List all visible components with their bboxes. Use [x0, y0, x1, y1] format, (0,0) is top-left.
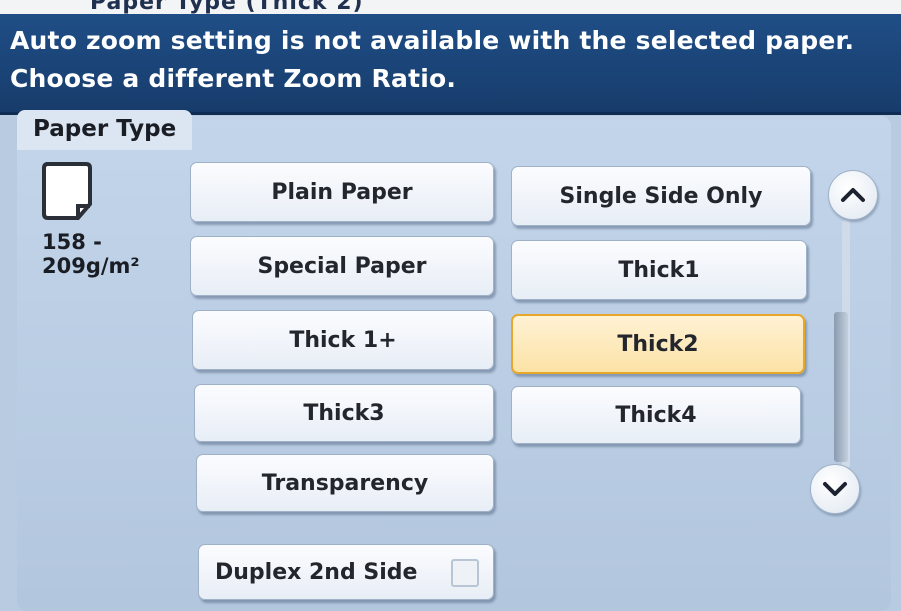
thick3-button[interactable]: Thick3	[194, 384, 494, 442]
duplex-2nd-side-label: Duplex 2nd Side	[215, 559, 418, 585]
chevron-up-icon	[841, 188, 865, 202]
paper-type-tab: Paper Type	[17, 110, 192, 150]
weight-line-2: 209g/m²	[42, 254, 140, 278]
thick1-plus-button[interactable]: Thick 1+	[192, 310, 494, 370]
message-banner: Auto zoom setting is not available with …	[0, 14, 901, 115]
scroll-up-button[interactable]	[828, 170, 878, 220]
chevron-down-icon	[823, 482, 847, 496]
banner-message: Auto zoom setting is not available with …	[10, 26, 855, 93]
plain-paper-button[interactable]: Plain Paper	[190, 162, 494, 222]
panel-title: Paper Type	[33, 116, 177, 142]
single-side-only-button[interactable]: Single Side Only	[511, 166, 811, 226]
paper-sheet-icon	[42, 162, 92, 220]
thick1-button[interactable]: Thick1	[511, 240, 807, 300]
scroll-thumb[interactable]	[834, 312, 848, 462]
cut-off-header-text: Paper Type (Thick 2)	[90, 0, 364, 15]
top-strip: Paper Type (Thick 2)	[0, 0, 901, 15]
weight-line-1: 158 -	[42, 230, 102, 254]
transparency-button[interactable]: Transparency	[196, 454, 494, 512]
special-paper-button[interactable]: Special Paper	[190, 236, 494, 296]
duplex-checkbox[interactable]	[451, 559, 479, 587]
scroll-down-button[interactable]	[810, 464, 860, 514]
thick2-button[interactable]: Thick2	[511, 314, 805, 374]
thick4-button[interactable]: Thick4	[511, 386, 801, 444]
duplex-2nd-side-toggle[interactable]: Duplex 2nd Side	[198, 544, 494, 600]
paper-weight-readout: 158 - 209g/m²	[42, 230, 140, 278]
